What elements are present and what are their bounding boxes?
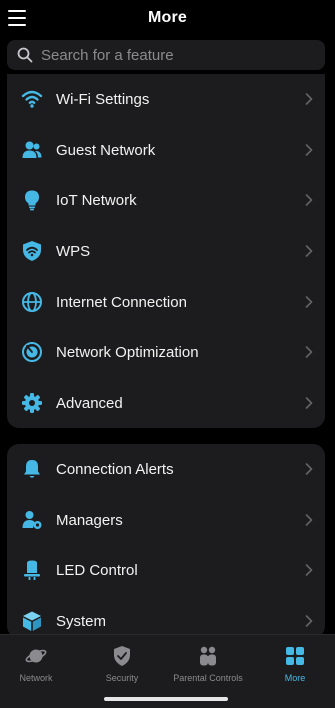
tab-network[interactable]: Network [0,643,76,683]
settings-group-device: Connection Alerts Managers LED Control S… [7,444,325,638]
row-label: WPS [56,242,91,260]
tab-more[interactable]: More [255,643,335,683]
tab-parental-controls[interactable]: Parental Controls [168,643,248,683]
row-led-control[interactable]: LED Control [7,545,325,595]
wifi-icon [21,90,43,108]
wps-shield-icon [23,241,41,261]
chevron-right-icon [305,397,313,409]
row-advanced[interactable]: Advanced [7,378,325,428]
chevron-right-icon [305,346,313,358]
settings-group-network: Wi-Fi Settings Guest Network IoT Network… [7,74,325,428]
chevron-right-icon [305,463,313,475]
row-label: Network Optimization [56,343,199,361]
row-managers[interactable]: Managers [7,495,325,545]
planet-icon [25,649,47,663]
led-lamp-icon [24,560,40,580]
gear-icon [22,393,42,413]
shield-check-icon [114,646,130,666]
row-iot-network[interactable]: IoT Network [7,175,325,225]
row-label: Advanced [56,394,123,412]
chevron-right-icon [305,564,313,576]
bell-icon [24,460,40,478]
row-label: Connection Alerts [56,460,174,478]
row-guest-network[interactable]: Guest Network [7,125,325,175]
chevron-right-icon [305,144,313,156]
row-label: LED Control [56,561,138,579]
optimization-gauge-icon [22,342,42,362]
tab-security[interactable]: Security [82,643,162,683]
row-label: Managers [56,511,123,529]
tab-label: Network [19,673,53,683]
chevron-right-icon [305,514,313,526]
home-indicator [104,697,228,701]
row-label: Internet Connection [56,293,187,311]
chevron-right-icon [305,296,313,308]
tab-label: Security [105,673,139,683]
row-wps[interactable]: WPS [7,226,325,276]
row-label: System [56,612,107,630]
chevron-right-icon [305,245,313,257]
top-bar: More [0,0,335,38]
search-input[interactable] [41,46,301,64]
family-icon [200,646,216,666]
row-internet-connection[interactable]: Internet Connection [7,277,325,327]
chevron-right-icon [305,93,313,105]
chevron-right-icon [305,615,313,627]
page-title: More [147,9,188,26]
user-gear-icon [22,511,42,529]
lightbulb-icon [25,190,39,211]
row-system[interactable]: System [7,596,325,638]
row-connection-alerts[interactable]: Connection Alerts [7,444,325,494]
row-label: Wi-Fi Settings [56,90,150,108]
tab-label: More [284,673,306,683]
globe-icon [22,292,42,312]
row-wifi-settings[interactable]: Wi-Fi Settings [7,74,325,124]
search-bar[interactable] [7,40,325,70]
row-network-optimization[interactable]: Network Optimization [7,327,325,377]
row-label: Guest Network [56,141,156,159]
row-label: IoT Network [56,191,137,209]
cube-icon [23,611,41,631]
tab-label: Parental Controls [173,673,243,683]
search-icon [17,47,33,63]
grid-icon [286,647,304,665]
chevron-right-icon [305,194,313,206]
guest-users-icon [22,141,42,158]
